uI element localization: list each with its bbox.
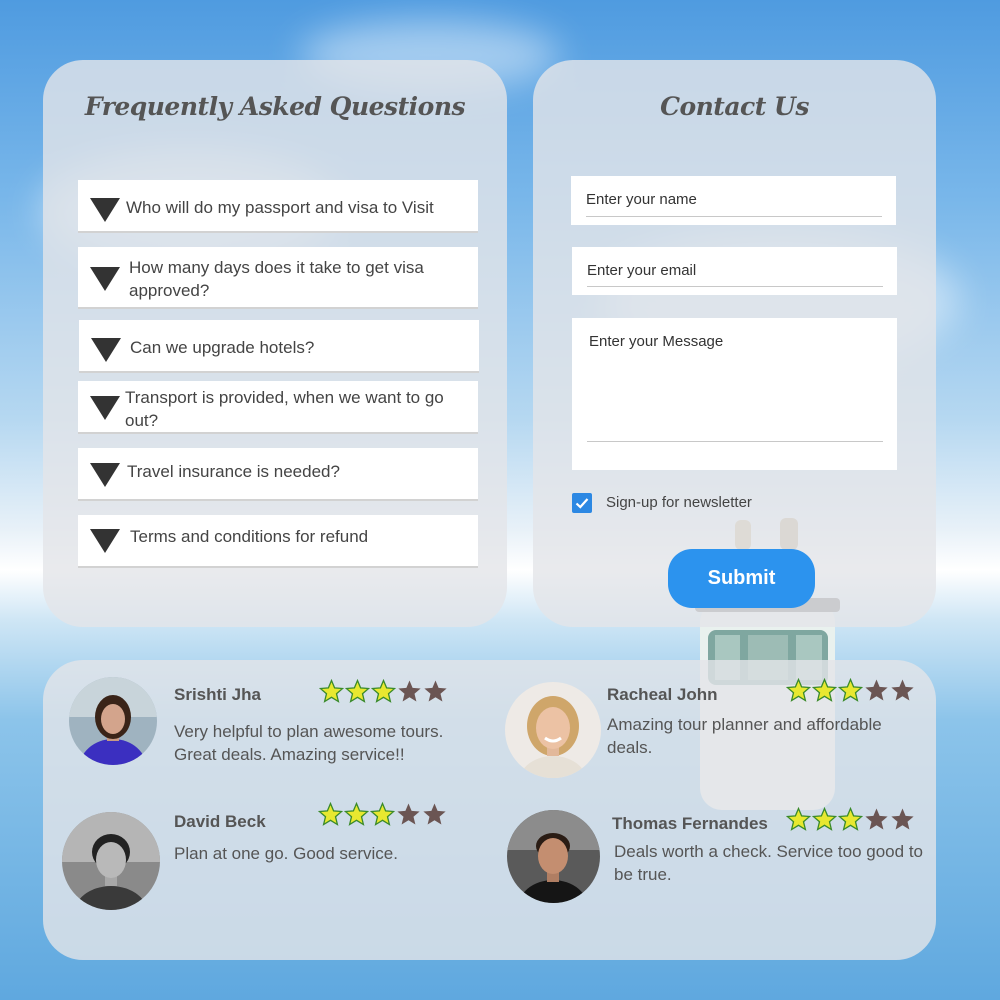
faq-item[interactable]: Transport is provided, when we want to g…: [78, 381, 478, 434]
star-filled-icon: [370, 802, 395, 826]
newsletter-label: Sign-up for newsletter: [606, 494, 752, 511]
input-underline: [587, 286, 883, 287]
avatar: [62, 812, 160, 910]
star-empty-icon: [891, 808, 914, 830]
rating-stars: [318, 802, 447, 827]
faq-question: Who will do my passport and visa to Visi…: [126, 198, 434, 217]
message-field[interactable]: Enter your Message: [572, 318, 897, 470]
star-empty-icon: [398, 680, 421, 702]
star-filled-icon: [371, 679, 396, 703]
review-text: Deals worth a check. Service too good to…: [614, 842, 923, 884]
star-filled-icon: [344, 802, 369, 826]
newsletter-checkbox[interactable]: [572, 493, 592, 513]
contact-title: Contact Us: [660, 92, 809, 121]
star-filled-icon: [319, 679, 344, 703]
email-placeholder: Enter your email: [587, 262, 697, 279]
star-filled-icon: [345, 679, 370, 703]
star-empty-icon: [397, 803, 420, 825]
faq-question: Travel insurance is needed?: [127, 462, 340, 481]
faq-item[interactable]: Terms and conditions for refund: [78, 515, 478, 568]
star-empty-icon: [424, 680, 447, 702]
star-filled-icon: [838, 807, 863, 831]
caret-down-icon: [90, 267, 120, 291]
avatar: [69, 677, 157, 765]
caret-down-icon: [91, 338, 121, 362]
faq-question: Can we upgrade hotels?: [130, 338, 315, 357]
rating-stars: [319, 679, 448, 704]
avatar: [507, 810, 600, 903]
avatar: [505, 682, 601, 778]
name-field[interactable]: Enter your name: [571, 176, 896, 225]
reviewer-name: Racheal John: [607, 685, 718, 704]
name-placeholder: Enter your name: [586, 191, 697, 208]
star-filled-icon: [786, 807, 811, 831]
star-filled-icon: [838, 678, 863, 702]
faq-item[interactable]: Travel insurance is needed?: [78, 448, 478, 501]
faq-question: Transport is provided, when we want to g…: [125, 388, 444, 430]
review-text: Plan at one go. Good service.: [174, 844, 398, 863]
message-placeholder: Enter your Message: [589, 333, 724, 350]
star-empty-icon: [423, 803, 446, 825]
caret-down-icon: [90, 198, 120, 222]
star-empty-icon: [865, 808, 888, 830]
faq-item[interactable]: Who will do my passport and visa to Visi…: [78, 180, 478, 233]
input-underline: [587, 441, 883, 442]
input-underline: [586, 216, 882, 217]
submit-button[interactable]: Submit: [668, 549, 815, 608]
star-filled-icon: [812, 807, 837, 831]
caret-down-icon: [90, 529, 120, 553]
faq-question: How many days does it take to get visa a…: [129, 258, 424, 300]
reviewer-name: Srishti Jha: [174, 685, 261, 704]
review-text: Very helpful to plan awesome tours. Grea…: [174, 722, 444, 764]
star-filled-icon: [318, 802, 343, 826]
checkmark-icon: [575, 498, 589, 509]
faq-title: Frequently Asked Questions: [84, 92, 466, 121]
caret-down-icon: [90, 463, 120, 487]
rating-stars: [786, 678, 915, 703]
star-empty-icon: [865, 679, 888, 701]
faq-item[interactable]: How many days does it take to get visa a…: [78, 247, 478, 309]
star-filled-icon: [786, 678, 811, 702]
reviewer-name: Thomas Fernandes: [612, 814, 768, 833]
review-text: Amazing tour planner and affordable deal…: [607, 715, 882, 757]
email-field[interactable]: Enter your email: [572, 247, 897, 295]
caret-down-icon: [90, 396, 120, 420]
star-empty-icon: [891, 679, 914, 701]
star-filled-icon: [812, 678, 837, 702]
faq-question: Terms and conditions for refund: [130, 527, 369, 546]
rating-stars: [786, 807, 915, 832]
reviewer-name: David Beck: [174, 812, 266, 831]
faq-item[interactable]: Can we upgrade hotels?: [79, 320, 479, 373]
